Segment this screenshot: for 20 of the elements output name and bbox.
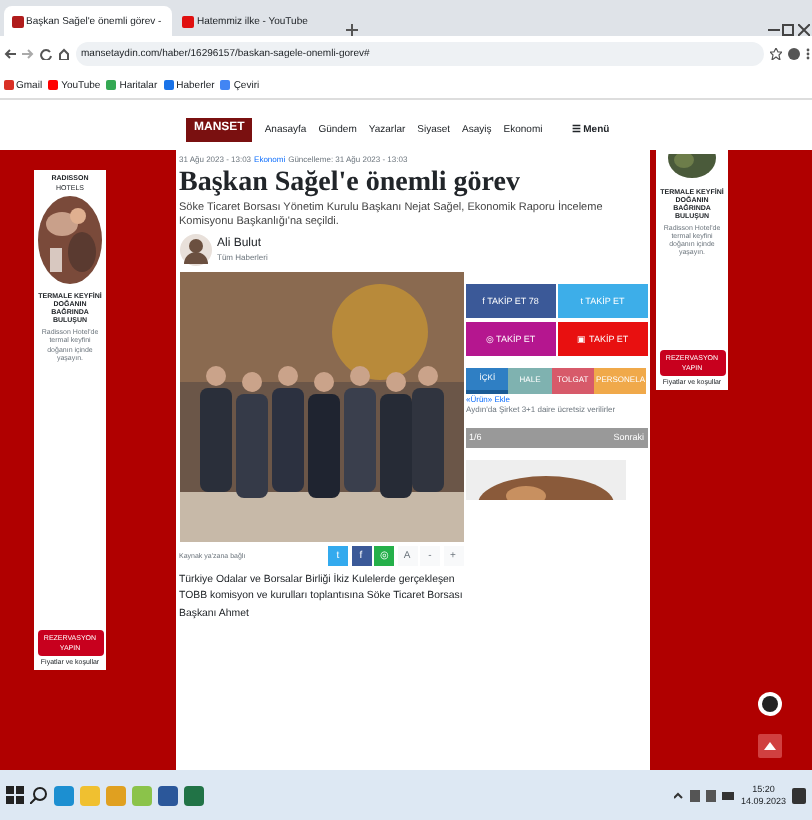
windows-icon[interactable] [6, 786, 24, 804]
tray-icons[interactable] [674, 789, 735, 801]
bookmark-icon [3, 80, 13, 90]
scroll-top-icon[interactable] [758, 734, 782, 758]
new-tab-icon[interactable] [345, 24, 357, 36]
minimize-icon[interactable] [767, 24, 779, 36]
article-title: Başkan Sağel'e önemli görev [179, 168, 522, 200]
star-icon[interactable] [769, 48, 781, 60]
profile-icon[interactable] [787, 48, 799, 60]
search-icon[interactable] [30, 786, 48, 804]
home-icon[interactable] [57, 48, 69, 60]
bookmark-icon [220, 80, 231, 90]
back-icon[interactable] [3, 48, 15, 60]
bookmark-icon [48, 80, 59, 90]
bookmark-icon [106, 80, 117, 90]
bookmark-icon [163, 80, 174, 90]
author-avatar [179, 234, 211, 267]
close-icon[interactable] [797, 24, 809, 36]
maximize-icon[interactable] [782, 24, 794, 36]
reload-icon[interactable] [39, 48, 51, 60]
